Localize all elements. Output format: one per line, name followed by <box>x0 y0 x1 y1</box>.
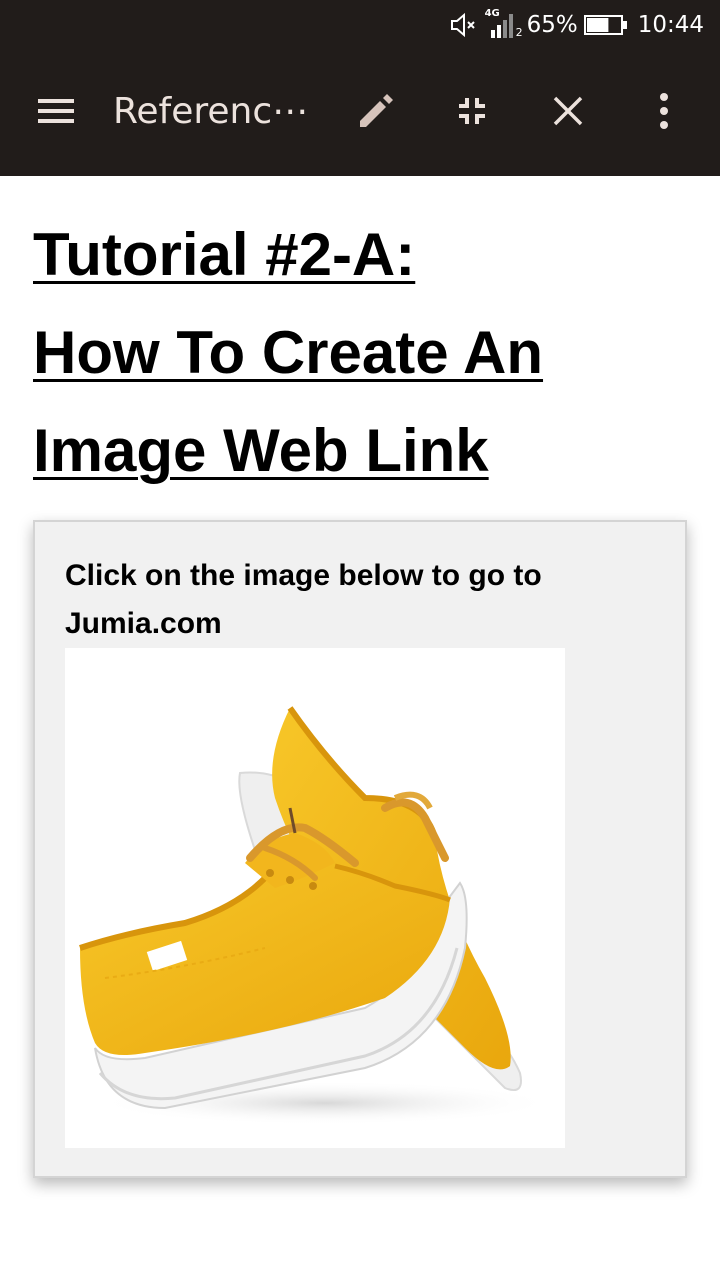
clock: 10:44 <box>637 12 704 38</box>
yellow-sneakers-image <box>65 648 565 1148</box>
battery-icon <box>583 14 628 36</box>
collapse-button[interactable] <box>442 83 502 143</box>
more-vert-icon <box>658 92 670 134</box>
status-indicators: 4G 2 65% 10:44 <box>449 8 704 41</box>
app-title: Referenc⋯ <box>113 91 309 132</box>
pencil-icon <box>356 91 396 136</box>
edit-button[interactable] <box>346 83 406 143</box>
jumia-image-link[interactable] <box>65 648 565 1148</box>
content-card: Click on the image below to go to Jumia.… <box>33 520 687 1178</box>
heading-line-1[interactable]: Tutorial #2-A: <box>33 206 693 304</box>
heading-line-3[interactable]: Image Web Link <box>33 402 693 500</box>
menu-icon <box>36 96 76 131</box>
sim-slot-label: 2 <box>515 26 523 39</box>
card-text-line-1: Click on the image below to go to <box>65 559 542 592</box>
heading-line-2[interactable]: How To Create An <box>33 304 693 402</box>
network-type-label: 4G <box>484 8 500 19</box>
close-button[interactable] <box>538 83 598 143</box>
signal-icon: 4G 2 <box>484 8 523 40</box>
card-instruction: Click on the image below to go to Jumia.… <box>65 552 625 648</box>
page-content: Tutorial #2-A: How To Create An Image We… <box>0 176 720 1280</box>
menu-button[interactable] <box>26 83 86 143</box>
battery-percent: 65% <box>526 12 578 38</box>
app-bar: Referenc⋯ <box>0 50 720 176</box>
card-text-line-2: Jumia.com <box>65 607 222 640</box>
mute-icon <box>449 12 479 38</box>
page-title: Tutorial #2-A: How To Create An Image We… <box>33 206 693 500</box>
status-bar: 4G 2 65% 10:44 <box>0 0 720 50</box>
more-options-button[interactable] <box>634 83 694 143</box>
close-icon <box>552 95 584 132</box>
collapse-icon <box>455 94 489 133</box>
